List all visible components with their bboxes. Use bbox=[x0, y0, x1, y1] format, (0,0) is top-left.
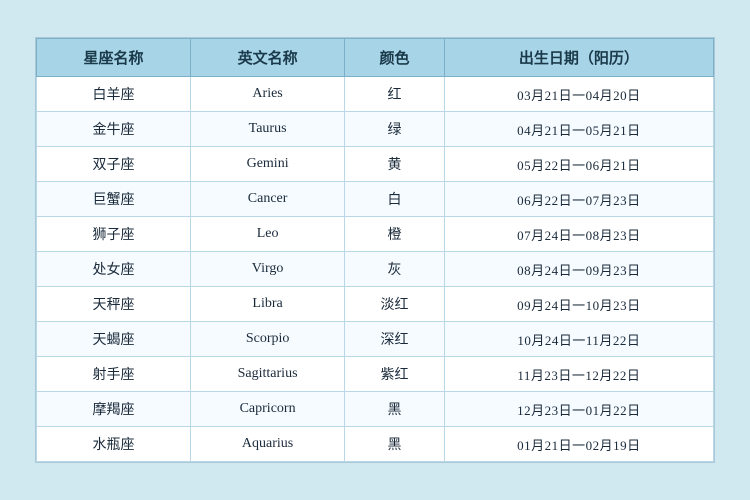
cell-color: 红 bbox=[345, 77, 445, 112]
header-english-name: 英文名称 bbox=[191, 39, 345, 77]
table-row: 巨蟹座Cancer白06月22日一07月23日 bbox=[37, 182, 714, 217]
cell-english-name: Capricorn bbox=[191, 392, 345, 427]
header-color: 颜色 bbox=[345, 39, 445, 77]
cell-dates: 04月21日一05月21日 bbox=[444, 112, 713, 147]
cell-color: 灰 bbox=[345, 252, 445, 287]
cell-english-name: Aquarius bbox=[191, 427, 345, 462]
cell-dates: 03月21日一04月20日 bbox=[444, 77, 713, 112]
cell-dates: 09月24日一10月23日 bbox=[444, 287, 713, 322]
cell-chinese-name: 水瓶座 bbox=[37, 427, 191, 462]
table-row: 金牛座Taurus绿04月21日一05月21日 bbox=[37, 112, 714, 147]
cell-chinese-name: 处女座 bbox=[37, 252, 191, 287]
table-row: 白羊座Aries红03月21日一04月20日 bbox=[37, 77, 714, 112]
cell-color: 绿 bbox=[345, 112, 445, 147]
zodiac-table-container: 星座名称 英文名称 颜色 出生日期（阳历） 白羊座Aries红03月21日一04… bbox=[35, 37, 715, 463]
cell-english-name: Virgo bbox=[191, 252, 345, 287]
cell-dates: 11月23日一12月22日 bbox=[444, 357, 713, 392]
cell-color: 淡红 bbox=[345, 287, 445, 322]
cell-english-name: Aries bbox=[191, 77, 345, 112]
cell-chinese-name: 摩羯座 bbox=[37, 392, 191, 427]
cell-dates: 12月23日一01月22日 bbox=[444, 392, 713, 427]
table-row: 射手座Sagittarius紫红11月23日一12月22日 bbox=[37, 357, 714, 392]
cell-dates: 08月24日一09月23日 bbox=[444, 252, 713, 287]
table-row: 处女座Virgo灰08月24日一09月23日 bbox=[37, 252, 714, 287]
cell-color: 橙 bbox=[345, 217, 445, 252]
cell-color: 深红 bbox=[345, 322, 445, 357]
cell-color: 黑 bbox=[345, 392, 445, 427]
cell-chinese-name: 狮子座 bbox=[37, 217, 191, 252]
table-row: 天蝎座Scorpio深红10月24日一11月22日 bbox=[37, 322, 714, 357]
table-body: 白羊座Aries红03月21日一04月20日金牛座Taurus绿04月21日一0… bbox=[37, 77, 714, 462]
cell-dates: 05月22日一06月21日 bbox=[444, 147, 713, 182]
cell-color: 黄 bbox=[345, 147, 445, 182]
cell-english-name: Sagittarius bbox=[191, 357, 345, 392]
cell-chinese-name: 白羊座 bbox=[37, 77, 191, 112]
cell-color: 白 bbox=[345, 182, 445, 217]
table-header-row: 星座名称 英文名称 颜色 出生日期（阳历） bbox=[37, 39, 714, 77]
table-row: 双子座Gemini黄05月22日一06月21日 bbox=[37, 147, 714, 182]
cell-chinese-name: 射手座 bbox=[37, 357, 191, 392]
cell-dates: 01月21日一02月19日 bbox=[444, 427, 713, 462]
cell-chinese-name: 双子座 bbox=[37, 147, 191, 182]
cell-english-name: Scorpio bbox=[191, 322, 345, 357]
cell-english-name: Libra bbox=[191, 287, 345, 322]
table-row: 天秤座Libra淡红09月24日一10月23日 bbox=[37, 287, 714, 322]
cell-chinese-name: 天秤座 bbox=[37, 287, 191, 322]
cell-english-name: Leo bbox=[191, 217, 345, 252]
table-row: 狮子座Leo橙07月24日一08月23日 bbox=[37, 217, 714, 252]
zodiac-table: 星座名称 英文名称 颜色 出生日期（阳历） 白羊座Aries红03月21日一04… bbox=[36, 38, 714, 462]
cell-dates: 07月24日一08月23日 bbox=[444, 217, 713, 252]
cell-color: 紫红 bbox=[345, 357, 445, 392]
cell-color: 黑 bbox=[345, 427, 445, 462]
cell-english-name: Cancer bbox=[191, 182, 345, 217]
cell-chinese-name: 天蝎座 bbox=[37, 322, 191, 357]
cell-english-name: Gemini bbox=[191, 147, 345, 182]
cell-dates: 06月22日一07月23日 bbox=[444, 182, 713, 217]
table-row: 水瓶座Aquarius黑01月21日一02月19日 bbox=[37, 427, 714, 462]
table-row: 摩羯座Capricorn黑12月23日一01月22日 bbox=[37, 392, 714, 427]
cell-english-name: Taurus bbox=[191, 112, 345, 147]
cell-dates: 10月24日一11月22日 bbox=[444, 322, 713, 357]
header-dates: 出生日期（阳历） bbox=[444, 39, 713, 77]
header-chinese-name: 星座名称 bbox=[37, 39, 191, 77]
cell-chinese-name: 巨蟹座 bbox=[37, 182, 191, 217]
cell-chinese-name: 金牛座 bbox=[37, 112, 191, 147]
